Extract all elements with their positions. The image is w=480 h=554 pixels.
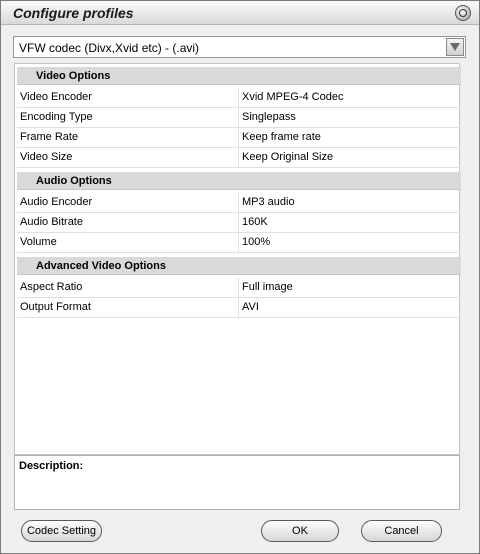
section-header-video: Video Options	[17, 67, 461, 85]
table-row[interactable]: Video Size Keep Original Size	[17, 148, 461, 168]
table-row[interactable]: Volume 100%	[17, 233, 461, 253]
option-value[interactable]: Full image	[242, 278, 461, 297]
cancel-button[interactable]: Cancel	[361, 520, 442, 542]
option-value[interactable]: Singlepass	[242, 108, 461, 127]
close-icon[interactable]	[455, 5, 471, 21]
title-bar[interactable]: Configure profiles	[1, 1, 479, 25]
option-value[interactable]: Keep frame rate	[242, 128, 461, 147]
option-label: Audio Bitrate	[17, 213, 239, 232]
codec-setting-button[interactable]: Codec Setting	[21, 520, 102, 542]
option-label: Encoding Type	[17, 108, 239, 127]
section-header-advanced-video: Advanced Video Options	[17, 257, 461, 275]
chevron-down-icon[interactable]	[446, 38, 464, 56]
configure-profiles-dialog: Configure profiles VFW codec (Divx,Xvid …	[0, 0, 480, 554]
section-title: Video Options	[36, 70, 111, 82]
option-value[interactable]: 100%	[242, 233, 461, 252]
options-panel: Video Options Video Encoder Xvid MPEG-4 …	[14, 63, 461, 455]
option-value[interactable]: Keep Original Size	[242, 148, 461, 167]
ok-button[interactable]: OK	[261, 520, 339, 542]
dialog-title: Configure profiles	[13, 5, 134, 21]
option-label: Video Encoder	[17, 88, 239, 107]
option-label: Video Size	[17, 148, 239, 167]
option-value[interactable]: MP3 audio	[242, 193, 461, 212]
section-title: Advanced Video Options	[36, 260, 166, 272]
table-row[interactable]: Frame Rate Keep frame rate	[17, 128, 461, 148]
description-label: Description:	[19, 460, 84, 472]
table-row[interactable]: Audio Bitrate 160K	[17, 213, 461, 233]
table-row[interactable]: Video Encoder Xvid MPEG-4 Codec	[17, 88, 461, 108]
section-title: Audio Options	[36, 175, 112, 187]
option-value[interactable]: AVI	[242, 298, 461, 317]
table-row[interactable]: Encoding Type Singlepass	[17, 108, 461, 128]
option-label: Aspect Ratio	[17, 278, 239, 297]
option-label: Frame Rate	[17, 128, 239, 147]
option-value[interactable]: 160K	[242, 213, 461, 232]
profile-dropdown[interactable]: VFW codec (Divx,Xvid etc) - (.avi)	[13, 36, 466, 58]
description-box: Description:	[14, 455, 460, 510]
option-label: Output Format	[17, 298, 239, 317]
table-row[interactable]: Output Format AVI	[17, 298, 461, 318]
option-label: Volume	[17, 233, 239, 252]
profile-dropdown-value: VFW codec (Divx,Xvid etc) - (.avi)	[19, 41, 200, 55]
table-row[interactable]: Audio Encoder MP3 audio	[17, 193, 461, 213]
section-header-audio: Audio Options	[17, 172, 461, 190]
option-label: Audio Encoder	[17, 193, 239, 212]
option-value[interactable]: Xvid MPEG-4 Codec	[242, 88, 461, 107]
table-row[interactable]: Aspect Ratio Full image	[17, 278, 461, 298]
